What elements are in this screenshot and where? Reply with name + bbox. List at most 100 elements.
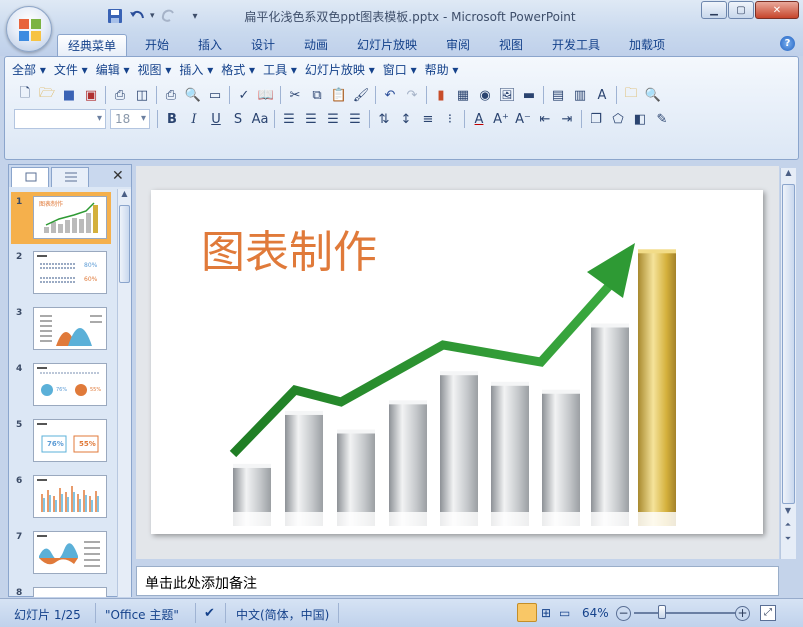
scroll-down-icon[interactable]: ▼ — [781, 506, 795, 515]
permission-icon[interactable]: ▣ — [80, 85, 102, 106]
slide-thumb-4[interactable]: 4 76% 55% — [11, 359, 111, 411]
tab-slides[interactable] — [11, 167, 49, 187]
zoom-out-icon[interactable]: − — [616, 606, 631, 621]
find-icon[interactable]: 🔍 — [642, 85, 664, 106]
menu-all[interactable]: 全部 ▾ — [8, 60, 50, 80]
menu-file[interactable]: 文件 ▾ — [50, 60, 92, 80]
bold-icon[interactable]: B — [161, 109, 183, 130]
menu-insert[interactable]: 插入 ▾ — [175, 60, 217, 80]
slide-sorter-icon[interactable]: ⊞ — [541, 606, 551, 620]
zoom-in-icon[interactable]: + — [735, 606, 750, 621]
redo-icon[interactable]: ↷ — [401, 85, 423, 106]
tab-insert[interactable]: 插入 — [187, 34, 233, 56]
table-icon[interactable]: ▦ — [452, 85, 474, 106]
shapes-icon[interactable]: ⬠ — [607, 109, 629, 130]
language-indicator[interactable]: 中文(简体，中国) — [236, 606, 329, 623]
redo-icon[interactable] — [159, 7, 177, 25]
scroll-thumb[interactable] — [782, 184, 795, 504]
undo-dropdown-icon[interactable]: ▾ — [150, 11, 155, 21]
textbox-icon[interactable]: A — [591, 85, 613, 106]
layout-icon[interactable]: ▥ — [569, 85, 591, 106]
shadow-icon[interactable]: S — [227, 109, 249, 130]
chart-icon[interactable]: ▮ — [430, 85, 452, 106]
align-right-icon[interactable]: ☰ — [322, 109, 344, 130]
color-icon[interactable]: ▬ — [518, 85, 540, 106]
undo-icon[interactable] — [128, 7, 146, 25]
previous-slide-icon[interactable]: ⏶ — [781, 520, 795, 530]
help-icon[interactable]: ? — [780, 36, 795, 51]
line-spacing-icon[interactable]: ↕ — [395, 109, 417, 130]
menu-slideshow[interactable]: 幻灯片放映 ▾ — [301, 60, 379, 80]
menu-tools[interactable]: 工具 ▾ — [259, 60, 301, 80]
arrange-icon[interactable]: ❐ — [585, 109, 607, 130]
growth-chart-picture[interactable] — [151, 190, 763, 534]
slide-thumb-2[interactable]: 2 80% 60% — [11, 247, 111, 299]
underline-icon[interactable]: U — [205, 109, 227, 130]
font-color-icon[interactable]: A — [468, 109, 490, 130]
tab-home[interactable]: 开始 — [134, 34, 180, 56]
next-slide-icon[interactable]: ⏷ — [781, 534, 795, 544]
menu-view[interactable]: 视图 ▾ — [134, 60, 176, 80]
zoom-level[interactable]: 64% — [582, 606, 609, 620]
notes-pane[interactable]: 单击此处添加备注 — [136, 566, 779, 596]
slide-thumb-8[interactable]: 8 — [11, 583, 111, 597]
slideshow-view-icon[interactable]: ▭ — [559, 606, 570, 620]
change-case-icon[interactable]: Aa — [249, 109, 271, 130]
tab-classic-menu[interactable]: 经典菜单 — [57, 34, 127, 56]
print-icon[interactable]: ⎙ — [160, 85, 182, 106]
cut-icon[interactable]: ✂ — [284, 85, 306, 106]
current-slide[interactable]: 图表制作 — [151, 190, 763, 534]
tab-view[interactable]: 视图 — [488, 34, 534, 56]
slide-thumb-5[interactable]: 5 76% 55% — [11, 415, 111, 467]
slide-scrollbar[interactable]: ▲ ▼ ⏶ ⏷ — [780, 168, 796, 559]
menu-help[interactable]: 帮助 ▾ — [421, 60, 463, 80]
justify-icon[interactable]: ☰ — [344, 109, 366, 130]
open-icon[interactable]: 🗁 — [36, 85, 58, 106]
format-painter-icon[interactable]: 🖌 — [350, 85, 372, 106]
picture-icon[interactable]: 🖼 — [496, 85, 518, 106]
menu-window[interactable]: 窗口 ▾ — [379, 60, 421, 80]
slide-thumb-3[interactable]: 3 — [11, 303, 111, 355]
align-center-icon[interactable]: ☰ — [300, 109, 322, 130]
font-name-combo[interactable] — [14, 109, 106, 129]
new-slide-icon[interactable]: ▤ — [547, 85, 569, 106]
text-direction-icon[interactable]: ⇅ — [373, 109, 395, 130]
bullets-icon[interactable]: ⁝ — [439, 109, 461, 130]
print-preview-icon[interactable]: ⎙ — [109, 85, 131, 106]
tab-review[interactable]: 审阅 — [435, 34, 481, 56]
scroll-up-icon[interactable]: ▲ — [781, 168, 796, 182]
maximize-button[interactable]: ▢ — [728, 1, 754, 19]
spelling-icon[interactable]: ✓ — [233, 85, 255, 106]
publish-icon[interactable]: ◫ — [131, 85, 153, 106]
new-icon[interactable]: 🗋 — [14, 85, 36, 106]
scroll-thumb[interactable] — [119, 205, 130, 283]
tab-slideshow[interactable]: 幻灯片放映 — [346, 34, 428, 56]
save-icon[interactable]: ■ — [58, 85, 80, 106]
fit-to-window-icon[interactable]: ⤢ — [760, 605, 776, 621]
menu-edit[interactable]: 编辑 ▾ — [92, 60, 134, 80]
numbering-icon[interactable]: ≡ — [417, 109, 439, 130]
slide-thumb-6[interactable]: 6 — [11, 471, 111, 523]
italic-icon[interactable]: I — [183, 109, 205, 130]
scroll-up-icon[interactable]: ▲ — [118, 189, 131, 203]
undo-icon[interactable]: ↶ — [379, 85, 401, 106]
close-panel-icon[interactable]: ✕ — [112, 168, 124, 184]
tab-animation[interactable]: 动画 — [293, 34, 339, 56]
clipart-icon[interactable]: ◉ — [474, 85, 496, 106]
menu-format[interactable]: 格式 ▾ — [217, 60, 259, 80]
slide-thumb-1[interactable]: 1 图表制作 — [11, 192, 111, 244]
preview-icon[interactable]: 🔍 — [182, 85, 204, 106]
font-size-combo[interactable]: 18 — [110, 109, 150, 129]
research-icon[interactable]: 📖 — [255, 85, 277, 106]
shape-fill-icon[interactable]: ◧ — [629, 109, 651, 130]
normal-view-icon[interactable] — [517, 603, 537, 622]
slide-thumb-7[interactable]: 7 — [11, 527, 111, 579]
thumbnails-scrollbar[interactable]: ▲ — [117, 189, 131, 597]
spellcheck-icon[interactable]: ✔ — [204, 606, 215, 621]
paste-icon[interactable]: 📋 — [328, 85, 350, 106]
office-button[interactable] — [6, 6, 52, 52]
minimize-button[interactable]: ▁ — [701, 1, 727, 19]
page-setup-icon[interactable]: ▭ — [204, 85, 226, 106]
save-icon[interactable] — [106, 7, 124, 25]
shape-outline-icon[interactable]: ✎ — [651, 109, 673, 130]
